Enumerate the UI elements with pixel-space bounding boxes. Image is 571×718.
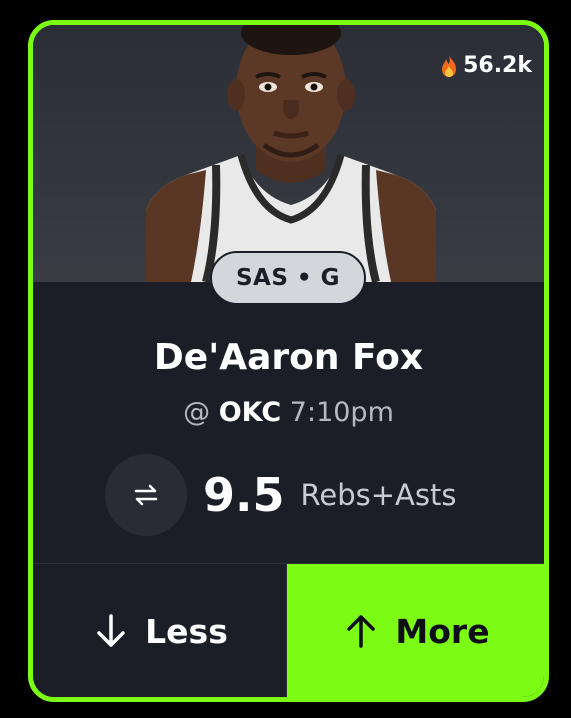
opponent-team: OKC	[218, 397, 282, 428]
stat-type: Rebs+Asts	[300, 478, 457, 512]
arrow-down-icon	[97, 614, 125, 647]
more-button[interactable]: More	[287, 564, 544, 697]
more-label: More	[395, 611, 490, 651]
team-position-badge: SAS • G	[210, 251, 366, 305]
projection-line: 9.5 Rebs+Asts	[105, 453, 456, 537]
projection-value: 9.5	[203, 468, 285, 522]
popularity-indicator: 56.2k	[439, 53, 532, 78]
swap-stat-button[interactable]	[105, 454, 187, 536]
player-name: De'Aaron Fox	[153, 337, 424, 378]
swap-arrows-icon	[134, 484, 158, 506]
player-photo-area: 56.2k	[33, 25, 544, 282]
player-prop-card[interactable]: 56.2k SAS • G De'Aaron Fox @ OKC 7:10pm …	[28, 20, 549, 702]
popularity-count: 56.2k	[463, 53, 532, 78]
fire-icon	[442, 54, 457, 77]
less-label: Less	[145, 611, 228, 651]
game-matchup: @ OKC 7:10pm	[33, 397, 544, 428]
arrow-up-icon	[347, 615, 376, 648]
matchup-prefix: @	[183, 397, 211, 428]
player-headshot	[146, 25, 436, 282]
less-button[interactable]: Less	[33, 564, 287, 697]
pick-actions: Less More	[33, 563, 544, 697]
game-time: 7:10pm	[289, 397, 394, 428]
